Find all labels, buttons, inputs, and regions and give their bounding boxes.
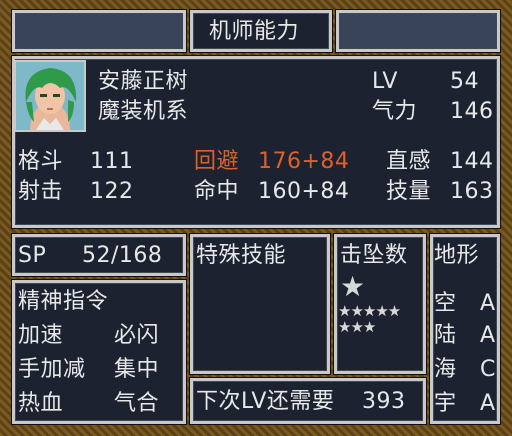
header-left-box <box>12 10 186 52</box>
spirit-command[interactable]: 必闪 <box>114 324 159 348</box>
special-skills-title: 特殊技能 <box>196 243 287 268</box>
level-label: LV <box>372 69 398 94</box>
big-star-icon: ★ <box>340 270 366 303</box>
sp-label: SP <box>18 243 47 268</box>
kills-title: 击坠数 <box>340 243 408 268</box>
terrain-rank: A <box>480 323 496 348</box>
terrain-title: 地形 <box>434 243 480 268</box>
will-value: 146 <box>450 99 494 124</box>
intuition-value: 144 <box>450 149 494 174</box>
header-title-box: 机师能力 <box>190 10 332 52</box>
will-label: 气力 <box>372 99 418 124</box>
next-level-value: 393 <box>362 389 406 414</box>
spirit-command[interactable]: 气合 <box>114 392 159 416</box>
terrain-name: 陆 <box>434 323 457 348</box>
melee-label: 格斗 <box>18 149 64 174</box>
page-title: 机师能力 <box>209 19 300 44</box>
spirit-command[interactable]: 加速 <box>18 324 63 348</box>
terrain-name: 海 <box>434 357 457 382</box>
spirit-command[interactable]: 热血 <box>18 392 63 416</box>
skill-label: 技量 <box>386 179 432 204</box>
terrain-name: 空 <box>434 291 457 316</box>
shoot-value: 122 <box>90 179 134 204</box>
spirit-command[interactable]: 手加减 <box>18 358 86 382</box>
terrain-rank: A <box>480 291 496 316</box>
sp-value: 52/168 <box>82 243 163 268</box>
shoot-label: 射击 <box>18 179 64 204</box>
evade-label: 回避 <box>194 149 240 174</box>
pilot-group: 魔装机系 <box>98 99 189 124</box>
pilot-portrait <box>14 60 86 132</box>
header-right-box <box>336 10 500 52</box>
melee-value: 111 <box>90 149 134 174</box>
next-level-label: 下次LV还需要 <box>196 389 335 414</box>
terrain-name: 宇 <box>434 391 457 416</box>
pilot-name: 安藤正树 <box>98 69 189 94</box>
intuition-label: 直感 <box>386 149 432 174</box>
level-value: 54 <box>450 69 479 94</box>
skill-value: 163 <box>450 179 494 204</box>
terrain-rank: C <box>480 357 496 382</box>
spirit-command[interactable]: 集中 <box>114 358 159 382</box>
small-star-icon: ★★★ <box>338 318 376 336</box>
spirit-title: 精神指令 <box>18 289 109 314</box>
evade-value: 176+84 <box>258 149 350 174</box>
terrain-rank: A <box>480 391 496 416</box>
hit-value: 160+84 <box>258 179 350 204</box>
hit-label: 命中 <box>194 179 240 204</box>
